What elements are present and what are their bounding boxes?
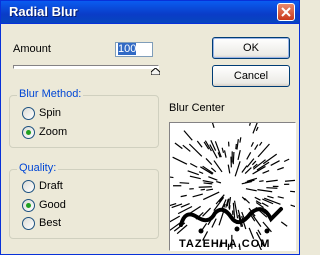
close-icon xyxy=(281,7,291,17)
watermark-text: TAZEHHA.COM xyxy=(179,238,270,250)
ok-button[interactable]: OK xyxy=(212,37,290,59)
watermark: TAZEHHA.COM xyxy=(179,207,283,250)
zoom-radio[interactable] xyxy=(22,126,35,139)
amount-label: Amount xyxy=(13,43,51,55)
good-label: Good xyxy=(39,199,66,211)
blur-method-group xyxy=(9,95,159,148)
spin-label: Spin xyxy=(39,107,62,119)
draft-label: Draft xyxy=(39,180,63,192)
cancel-button[interactable]: Cancel xyxy=(212,65,290,87)
spin-radio[interactable] xyxy=(22,107,35,120)
title-bar[interactable]: Radial Blur xyxy=(1,1,299,24)
zoom-label: Zoom xyxy=(39,126,68,138)
amount-input[interactable]: 100 xyxy=(115,42,153,57)
dialog-title: Radial Blur xyxy=(9,4,78,19)
close-button[interactable] xyxy=(277,3,295,21)
amount-slider[interactable] xyxy=(13,65,159,69)
good-radio[interactable] xyxy=(22,199,35,212)
quality-title: Quality: xyxy=(17,162,59,174)
best-label: Best xyxy=(39,217,62,229)
blur-center-label: Blur Center xyxy=(169,102,225,114)
draft-radio[interactable] xyxy=(22,180,35,193)
best-radio[interactable] xyxy=(22,217,35,230)
radial-blur-dialog: Radial Blur Amount 100 Blur Method: Spin… xyxy=(0,0,300,255)
blur-method-title: Blur Method: xyxy=(17,88,84,100)
amount-slider-thumb[interactable] xyxy=(151,68,160,75)
